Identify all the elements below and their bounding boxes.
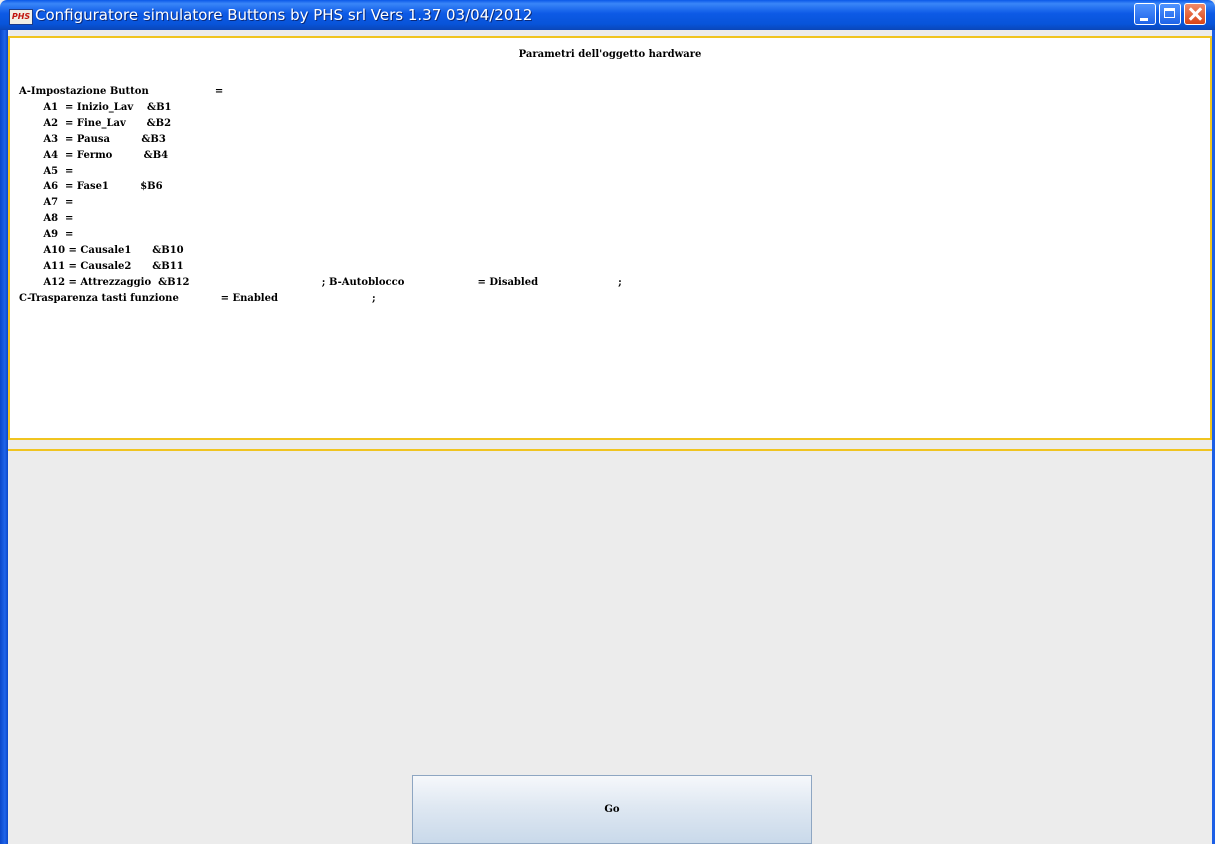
- parameters-text: A-Impostazione Button = A1 = Inizio_Lav …: [19, 86, 622, 304]
- parameters-heading: Parametri dell'oggetto hardware: [518, 49, 702, 60]
- window-frame-left: [0, 30, 8, 844]
- parameters-panel: Parametri dell'oggetto hardware A-Impost…: [8, 36, 1212, 440]
- maximize-icon[interactable]: [1159, 3, 1181, 25]
- title-bar[interactable]: PHS Configuratore simulatore Buttons by …: [0, 0, 1215, 30]
- close-icon[interactable]: [1184, 3, 1206, 25]
- go-button[interactable]: Go: [412, 775, 812, 844]
- minimize-icon[interactable]: [1134, 3, 1156, 25]
- app-icon: PHS: [9, 9, 33, 25]
- window-title: Configuratore simulatore Buttons by PHS …: [35, 6, 533, 24]
